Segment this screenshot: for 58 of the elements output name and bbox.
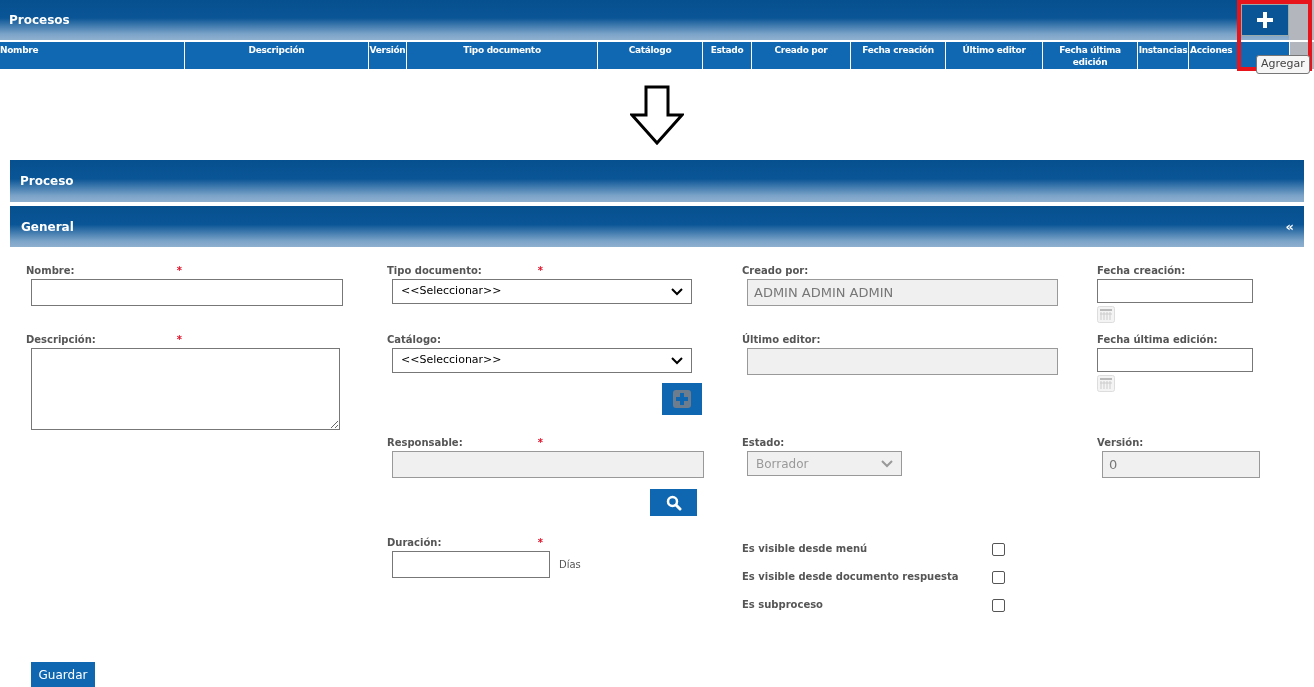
collapse-toggle[interactable]: « [1285, 216, 1304, 237]
date-field[interactable] [1097, 348, 1253, 372]
column-header: Catálogo [598, 42, 703, 69]
down-arrow-icon [630, 84, 684, 145]
duration-field[interactable] [392, 551, 550, 578]
field-label: Fecha última edición: [1097, 333, 1218, 347]
checkbox[interactable] [992, 543, 1005, 556]
field-label: Estado: [742, 436, 785, 450]
text-field[interactable] [31, 279, 343, 306]
required-asterisk: * [537, 436, 543, 450]
required-asterisk: * [537, 536, 543, 550]
checkbox-label: Es visible desde documento respuesta [742, 570, 960, 584]
field-label: Catálogo: [387, 333, 441, 347]
column-header: Versión [369, 42, 407, 69]
search-icon [665, 494, 682, 511]
panel-title: Proceso [19, 173, 74, 190]
chevron-down-icon [671, 356, 683, 365]
checkbox[interactable] [992, 599, 1005, 612]
field-label: Último editor: [742, 332, 821, 347]
column-header: Tipo documento [407, 42, 598, 69]
column-header: Fecha creación [851, 42, 946, 69]
checkbox-label: Es visible desde menú [742, 542, 869, 556]
column-header: Creado por [752, 42, 851, 69]
column-header: Último editor [946, 42, 1043, 69]
chevron-down-icon [671, 287, 683, 296]
required-asterisk: * [176, 333, 182, 347]
column-header: Estado [703, 42, 752, 69]
field-label: Fecha creación: [1097, 264, 1186, 278]
required-asterisk: * [537, 264, 543, 278]
field-label: Tipo documento: [387, 264, 482, 278]
dropdown-select[interactable]: <<Seleccionar>> [392, 348, 692, 373]
add-button[interactable] [1241, 4, 1289, 36]
save-button[interactable]: Guardar [31, 662, 95, 687]
text-area[interactable] [31, 348, 340, 430]
field-label: Duración: [387, 536, 442, 550]
section-header[interactable]: General « [10, 206, 1304, 247]
checkbox[interactable] [992, 571, 1005, 584]
column-header: Nombre [0, 42, 185, 69]
unit-label: Días [559, 558, 581, 572]
chevron-down-icon [881, 459, 893, 468]
field-label: Responsable: [387, 436, 463, 450]
plus-icon [1256, 11, 1274, 29]
field-label: Descripción: [26, 333, 96, 347]
field-label: Nombre: [26, 264, 75, 278]
field-label: Creado por: [742, 264, 809, 278]
required-asterisk: * [176, 264, 182, 278]
panel-title: Procesos [8, 12, 70, 29]
date-field[interactable] [1097, 279, 1253, 303]
column-header: Descripción [185, 42, 369, 69]
calendar-icon [1097, 306, 1115, 323]
dropdown-select[interactable]: <<Seleccionar>> [392, 279, 692, 304]
field-label: Versión: [1097, 436, 1144, 450]
column-header: Instancias [1138, 42, 1189, 69]
plus-icon [673, 390, 691, 408]
column-header: Fecha última edición [1043, 42, 1138, 69]
calendar-icon [1097, 375, 1115, 392]
tooltip: Agregar [1256, 55, 1310, 74]
checkbox-label: Es subproceso [742, 598, 824, 612]
